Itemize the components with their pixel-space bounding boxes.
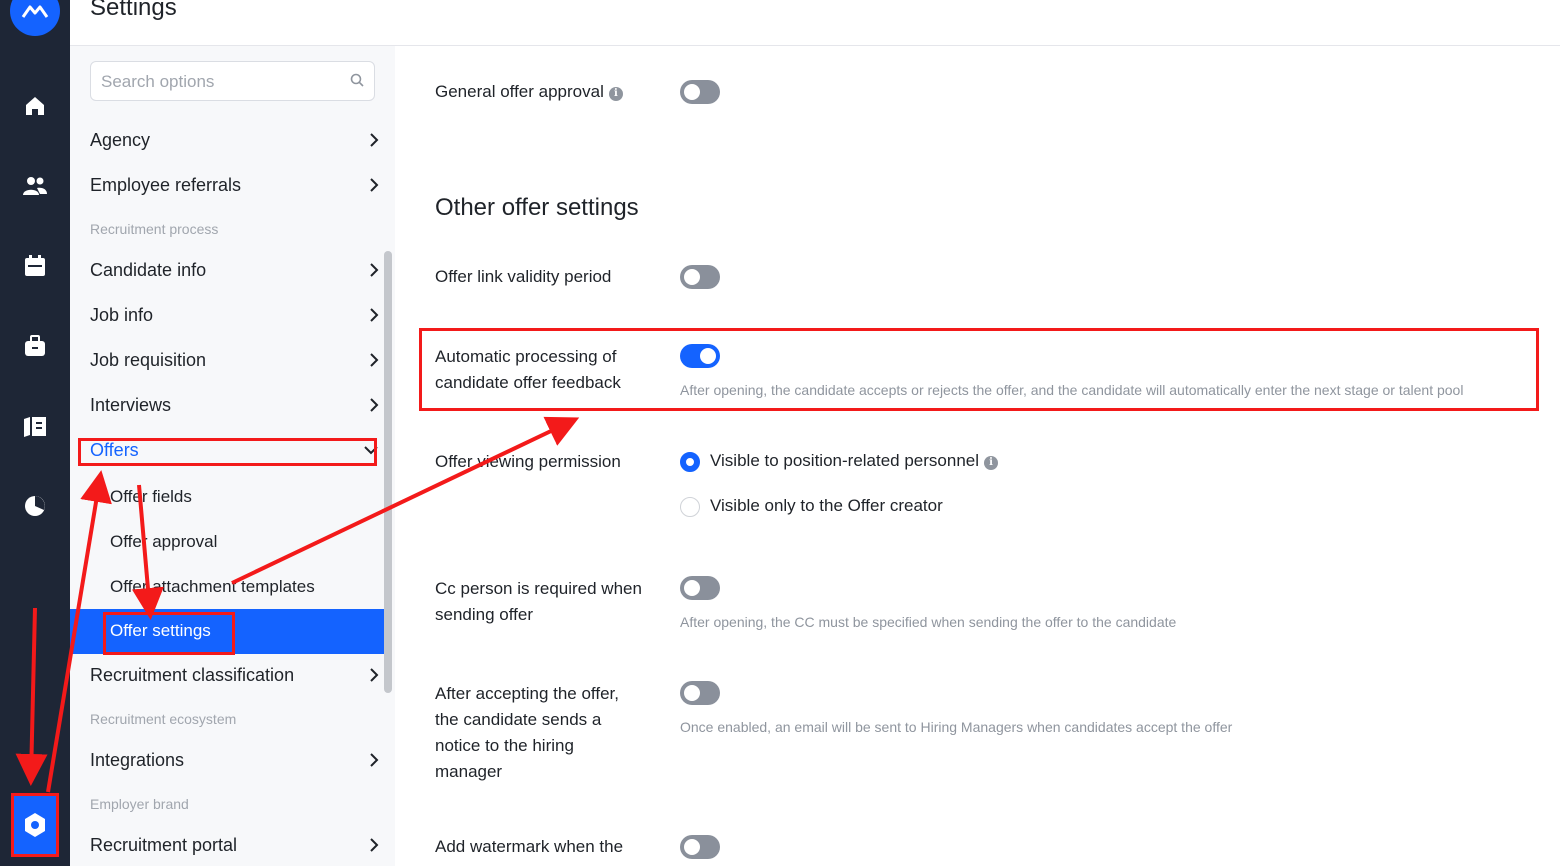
annotation-arrow [46,470,112,793]
annotation-arrow [15,607,48,786]
annotation-arrows [15,416,580,793]
annotation-arrow [131,484,164,620]
annotation-arrow [231,416,580,585]
